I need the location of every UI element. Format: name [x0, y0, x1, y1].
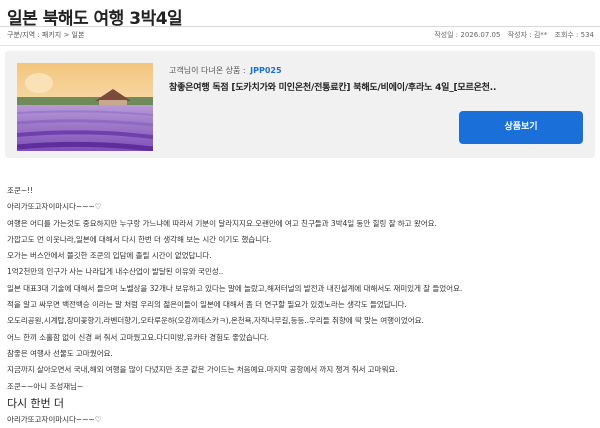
- product-thumbnail[interactable]: [17, 63, 153, 151]
- review-line: 조쿤~~아니 조성재님~: [7, 381, 84, 391]
- review-line: 오도리공원,시계탑,장미꽃향기,라벤더향기,오타루운하(오강끼데스카ㅋ),온천욕…: [7, 316, 424, 326]
- product-code: JPP025: [250, 66, 282, 75]
- review-line: 가깝고도 먼 이웃나라,일본에 대해서 다시 한번 더 생각해 보는 시간 이기…: [7, 234, 272, 244]
- post-views: 조회수 : 534: [554, 31, 595, 39]
- review-line: 조쿤~!!: [7, 186, 33, 195]
- review-line: 어느 한끼 소홀함 없이 신경 써 줘서 고마웠고요.다디미방,유카타 경험도 …: [7, 332, 269, 342]
- review-line: 아리가또고자이마시다~~~♡: [7, 414, 102, 424]
- review-body: 조쿤~!! 아리가또고자이마시다~~~♡ 여행은 어디를 가는것도 중요하지만 …: [7, 183, 593, 428]
- post-date: 작성일 : 2026.07.05: [434, 31, 501, 39]
- review-line: 여행은 어디를 가는것도 중요하지만 누구랑 가느냐에 따라서 기분이 달라지지…: [7, 218, 437, 228]
- product-name-link[interactable]: 참좋은여행 독점 [도카치가와 미인온천/전통료칸] 북해도/비에이/후라노 4…: [169, 80, 496, 93]
- post-meta-bar: 구분/지역 : 패키지 > 일본 작성일 : 2026.07.05 작성자 : …: [0, 26, 600, 46]
- review-line-emphasis: 다시 한번 더: [7, 396, 64, 410]
- product-code-label: 고객님이 다녀온 상품 :: [169, 66, 246, 75]
- product-card: 고객님이 다녀온 상품 : JPP025 참좋은여행 독점 [도카치가와 미인온…: [5, 51, 595, 158]
- review-line: 아리가또고자이마시다~~~♡: [7, 202, 102, 212]
- view-product-button[interactable]: 상품보기: [459, 111, 583, 144]
- product-code-line: 고객님이 다녀온 상품 : JPP025: [169, 65, 282, 76]
- review-line: 지금까지 살아오면서 국내,해외 여행을 많이 다녔지만 조쿤 같은 가이드는 …: [7, 365, 398, 375]
- review-line: 오가는 버스안에서 쫄깃한 조쿤의 입담에 졸릴 시간이 없었답니다.: [7, 251, 212, 261]
- review-line: 일본 대표3대 기술에 대해서 들으며 노벨상을 32개나 보유하고 있다는 말…: [7, 283, 463, 293]
- review-line: 1억2천만의 인구가 사는 나라답게 내수산업이 발달된 이유와 국민성..: [7, 267, 224, 277]
- review-line: 참좋은 여행사 선물도 고마웠어요.: [7, 348, 113, 358]
- breadcrumb: 구분/지역 : 패키지 > 일본: [7, 31, 85, 39]
- post-author: 작성자 : 김**: [507, 31, 548, 39]
- post-stats: 작성일 : 2026.07.05 작성자 : 김** 조회수 : 534: [429, 30, 594, 40]
- review-line: 적을 알고 싸우면 백전백승 이라는 말 처럼 우리의 젊은이들이 일본에 대해…: [7, 300, 407, 310]
- lavender-field-photo: [17, 63, 153, 151]
